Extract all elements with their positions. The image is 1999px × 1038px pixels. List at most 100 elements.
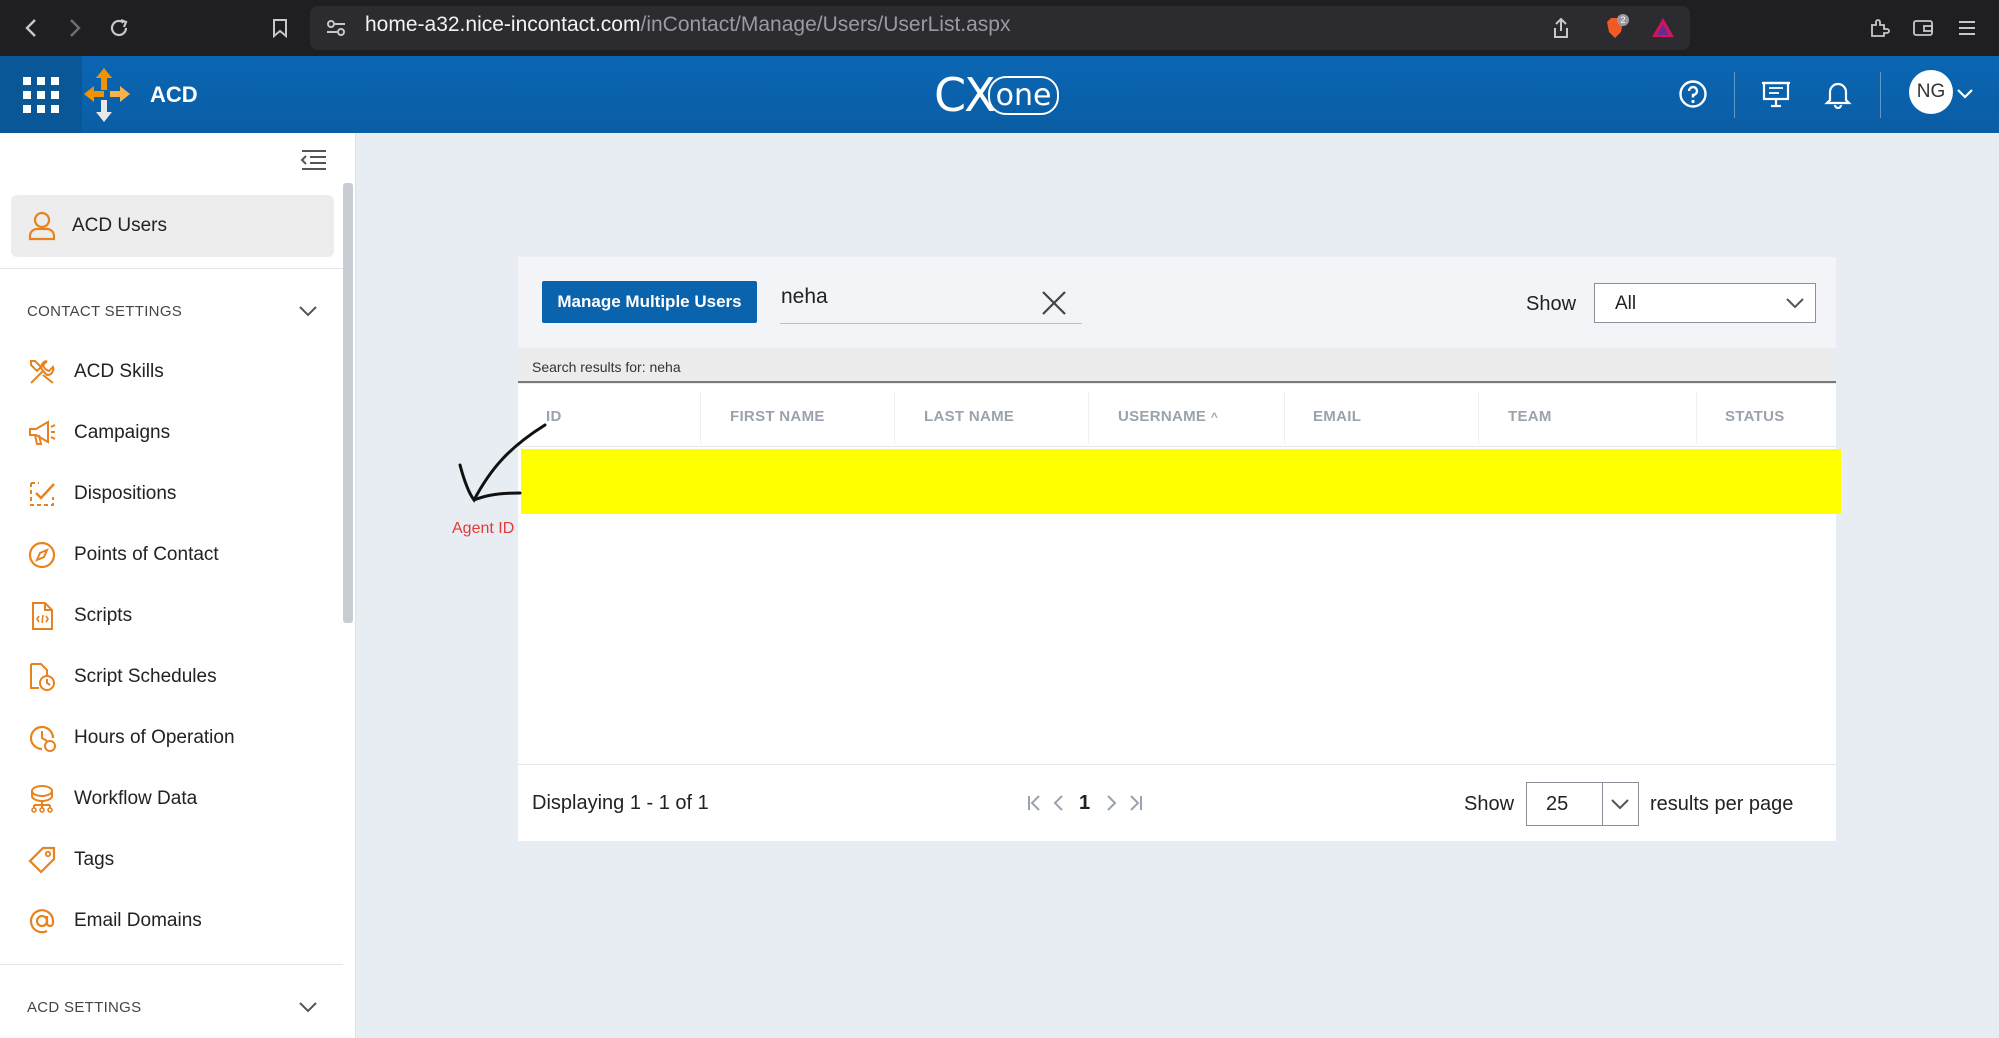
acd-settings-header[interactable]: ACD SETTINGS <box>27 999 141 1016</box>
url-path: /inContact/Manage/Users/UserList.aspx <box>640 13 1011 36</box>
per-page-show-label: Show <box>1464 793 1515 815</box>
back-icon[interactable] <box>17 14 45 42</box>
next-page-icon[interactable] <box>1103 792 1121 814</box>
column-divider <box>1088 392 1089 444</box>
user-icon <box>28 211 56 241</box>
column-header-email[interactable]: EMAIL <box>1313 408 1361 425</box>
checklist-icon <box>27 479 57 509</box>
contact-settings-header[interactable]: CONTACT SETTINGS <box>27 303 182 320</box>
chevron-down-icon <box>1610 797 1630 811</box>
select-divider <box>1602 783 1603 825</box>
column-header-label: USERNAME <box>1118 408 1207 425</box>
user-avatar[interactable]: NG <box>1909 70 1953 114</box>
bookmark-icon[interactable] <box>266 14 294 42</box>
column-divider <box>1696 392 1697 444</box>
app-name: ACD <box>150 81 198 107</box>
search-input-value[interactable]: neha <box>781 285 828 309</box>
column-header-status[interactable]: STATUS <box>1725 408 1785 425</box>
clear-search-icon[interactable] <box>1038 287 1070 319</box>
users-table <box>518 384 1836 764</box>
site-settings-icon[interactable] <box>322 14 350 42</box>
sidebar-item-label: ACD Skills <box>74 361 164 382</box>
chevron-down-icon[interactable] <box>298 304 318 318</box>
sidebar-item-label: Dispositions <box>74 483 177 504</box>
browser-menu-icon[interactable] <box>1953 14 1981 42</box>
results-per-page-label: results per page <box>1650 793 1794 815</box>
previous-page-icon[interactable] <box>1049 792 1067 814</box>
sidebar-item-script-schedules[interactable]: Script Schedules <box>27 657 327 697</box>
manage-multiple-users-button[interactable]: Manage Multiple Users <box>542 281 757 323</box>
sidebar-item-email-domains[interactable]: Email Domains <box>27 901 327 941</box>
brave-shield-icon[interactable]: 2 <box>1601 14 1629 42</box>
sidebar-item-scripts[interactable]: Scripts <box>27 596 327 636</box>
tag-icon <box>27 845 57 875</box>
table-row[interactable] <box>521 449 1841 514</box>
brand-one: one <box>987 76 1060 115</box>
presentation-icon[interactable] <box>1758 76 1794 112</box>
user-menu-chevron-icon[interactable] <box>1950 76 1980 112</box>
sort-ascending-icon: ^ <box>1210 410 1219 424</box>
sidebar-item-workflow-data[interactable]: Workflow Data <box>27 779 327 819</box>
column-header-first-name[interactable]: FIRST NAME <box>730 408 825 425</box>
current-page-number[interactable]: 1 <box>1079 792 1090 815</box>
wallet-icon[interactable] <box>1909 14 1937 42</box>
reload-icon[interactable] <box>105 14 133 42</box>
acd-logo[interactable]: ACD <box>82 56 262 133</box>
brand-cx: CX <box>934 68 996 122</box>
show-filter-label: Show <box>1526 293 1577 315</box>
tools-icon <box>27 357 57 387</box>
sidebar-item-points-of-contact[interactable]: Points of Contact <box>27 535 327 575</box>
sidebar-item-label: Script Schedules <box>74 666 217 687</box>
annotation-label: Agent ID <box>452 520 515 537</box>
sidebar-item-hours-of-operation[interactable]: Hours of Operation <box>27 718 327 758</box>
script-schedule-icon <box>27 662 57 692</box>
at-icon <box>27 906 57 936</box>
script-file-icon <box>27 601 57 631</box>
forward-icon[interactable] <box>61 14 89 42</box>
sidebar-item-label: Email Domains <box>74 910 202 931</box>
show-filter-value: All <box>1615 293 1637 314</box>
clock-icon <box>27 723 57 753</box>
column-header-last-name[interactable]: LAST NAME <box>924 408 1014 425</box>
extensions-icon[interactable] <box>1865 14 1893 42</box>
first-page-icon[interactable] <box>1025 792 1043 814</box>
cxone-logo: CXone <box>934 68 1060 122</box>
share-icon[interactable] <box>1547 14 1575 42</box>
sidebar-item-label: Hours of Operation <box>74 727 235 748</box>
app-launcher-icon[interactable] <box>0 56 82 133</box>
brave-rewards-icon[interactable] <box>1649 14 1677 42</box>
column-divider <box>1284 392 1285 444</box>
notification-bell-icon[interactable] <box>1820 76 1856 112</box>
chevron-down-icon[interactable] <box>298 1000 318 1014</box>
workflow-icon <box>27 784 57 814</box>
per-page-select[interactable]: 25 <box>1526 782 1639 826</box>
sidebar-item-label: Scripts <box>74 605 133 626</box>
header-divider <box>1734 72 1735 118</box>
shield-badge: 2 <box>1620 15 1625 25</box>
sidebar-item-dispositions[interactable]: Dispositions <box>27 474 327 514</box>
column-header-team[interactable]: TEAM <box>1508 408 1552 425</box>
displaying-count: Displaying 1 - 1 of 1 <box>532 792 709 814</box>
chevron-down-icon <box>1785 296 1805 310</box>
column-divider <box>1478 392 1479 444</box>
header-divider <box>1880 72 1881 118</box>
show-filter-select[interactable]: All <box>1594 283 1816 323</box>
browser-toolbar: home-a32.nice-incontact.com/inContact/Ma… <box>0 0 1999 56</box>
last-page-icon[interactable] <box>1127 792 1145 814</box>
help-icon[interactable] <box>1675 76 1711 112</box>
url-text[interactable]: home-a32.nice-incontact.com/inContact/Ma… <box>365 13 1010 37</box>
sidebar-item-acd-users[interactable]: ACD Users <box>11 195 334 257</box>
sidebar-item-label: Campaigns <box>74 422 171 443</box>
column-divider <box>700 392 701 444</box>
sidebar-item-label: Workflow Data <box>74 788 198 809</box>
sidebar-item-campaigns[interactable]: Campaigns <box>27 413 327 453</box>
sidebar-collapse-icon[interactable] <box>298 148 328 172</box>
sidebar-divider <box>0 268 343 269</box>
sidebar-item-tags[interactable]: Tags <box>27 840 327 880</box>
url-domain: home-a32.nice-incontact.com <box>365 13 641 36</box>
column-divider <box>894 392 895 444</box>
column-header-username[interactable]: USERNAME ^ <box>1118 408 1218 425</box>
table-header-border <box>518 446 1836 447</box>
sidebar-item-acd-skills[interactable]: ACD Skills <box>27 352 327 392</box>
sidebar-scrollbar[interactable] <box>343 183 353 623</box>
